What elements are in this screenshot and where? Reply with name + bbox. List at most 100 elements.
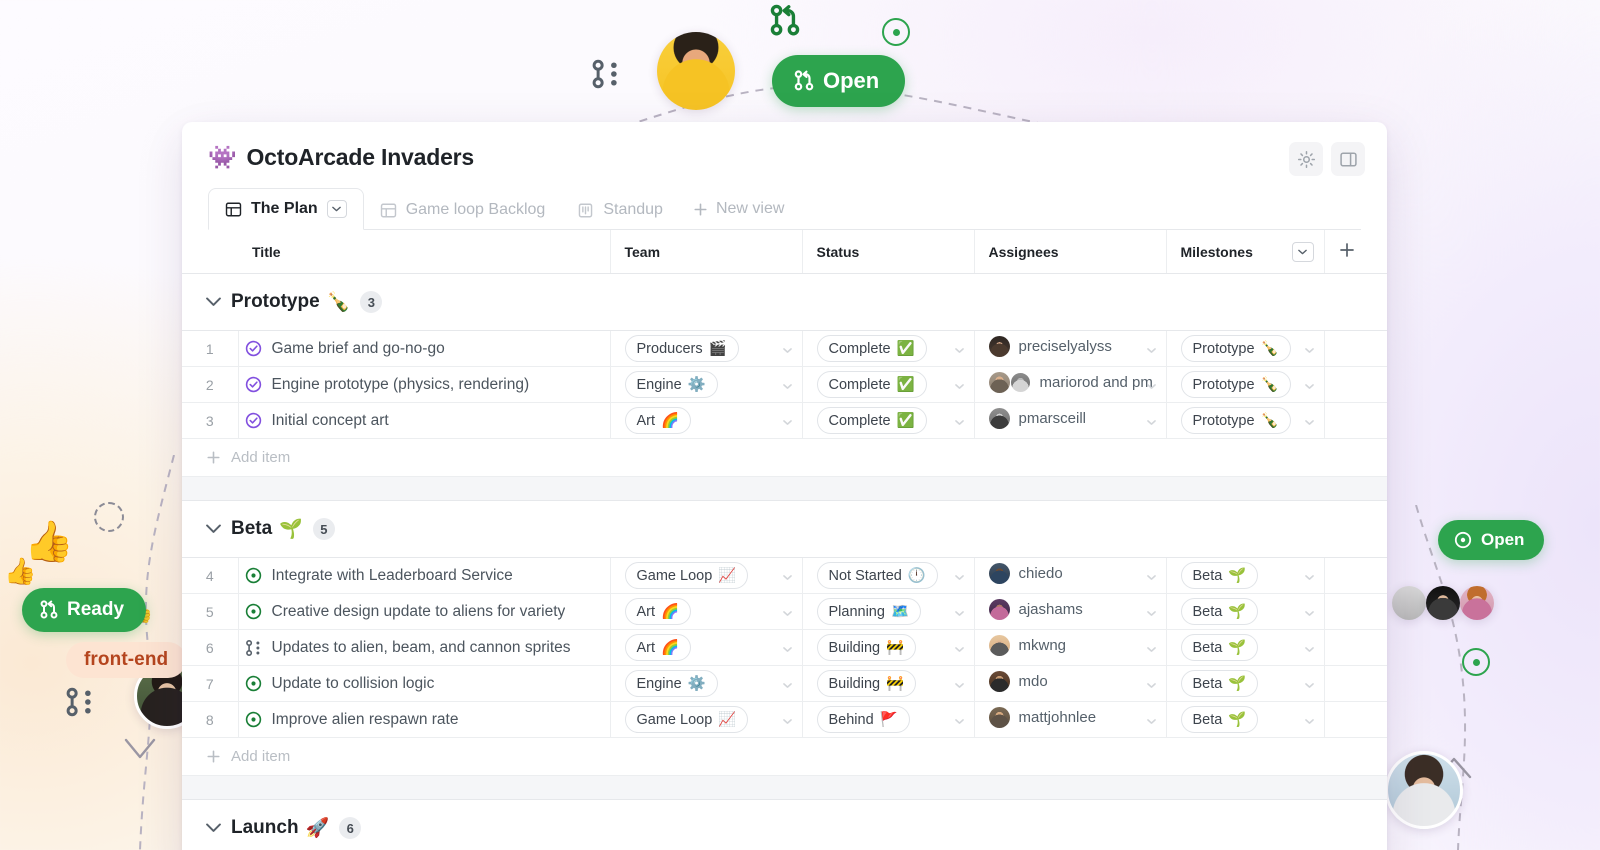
group-header-row[interactable]: Launch🚀6 <box>182 800 1387 850</box>
cell-status[interactable]: Behind🚩 <box>802 702 974 738</box>
group-collapse-chevron-icon[interactable] <box>206 823 221 833</box>
cell-milestone[interactable]: Beta🌱 <box>1166 702 1324 738</box>
cell-dropdown-caret[interactable] <box>955 603 964 620</box>
open-button-top[interactable]: Open <box>772 55 905 107</box>
cell-milestone[interactable]: Beta🌱 <box>1166 630 1324 666</box>
side-panel-button[interactable] <box>1331 142 1365 176</box>
cell-status[interactable]: Building🚧 <box>802 666 974 702</box>
cell-dropdown-caret[interactable] <box>783 711 792 728</box>
cell-team[interactable]: Game Loop📈 <box>610 558 802 594</box>
cell-milestone[interactable]: Prototype🍾 <box>1166 403 1324 439</box>
cell-dropdown-caret[interactable] <box>955 412 964 429</box>
table-row[interactable]: 6Updates to alien, beam, and cannon spri… <box>182 630 1387 666</box>
cell-dropdown-caret[interactable] <box>1305 675 1314 692</box>
cell-dropdown-caret[interactable] <box>955 675 964 692</box>
cell-team[interactable]: Art🌈 <box>610 630 802 666</box>
cell-dropdown-caret[interactable] <box>1147 639 1156 656</box>
cell-title[interactable]: Engine prototype (physics, rendering) <box>238 367 610 403</box>
cell-dropdown-caret[interactable] <box>1305 376 1314 393</box>
cell-dropdown-caret[interactable] <box>1147 567 1156 584</box>
cell-dropdown-caret[interactable] <box>1305 711 1314 728</box>
cell-dropdown-caret[interactable] <box>1147 711 1156 728</box>
cell-team[interactable]: Game Loop📈 <box>610 702 802 738</box>
tab-standup[interactable]: Standup <box>561 190 679 230</box>
cell-milestone[interactable]: Beta🌱 <box>1166 594 1324 630</box>
cell-dropdown-caret[interactable] <box>783 412 792 429</box>
group-header-row[interactable]: Beta🌱5 <box>182 501 1387 558</box>
table-row[interactable]: 3Initial concept artArt🌈Complete✅pmarsce… <box>182 403 1387 439</box>
cell-title[interactable]: Initial concept art <box>238 403 610 439</box>
cell-title[interactable]: Integrate with Leaderboard Service <box>238 558 610 594</box>
table-row[interactable]: 2Engine prototype (physics, rendering)En… <box>182 367 1387 403</box>
tab-the-plan[interactable]: The Plan <box>208 188 364 230</box>
cell-dropdown-caret[interactable] <box>783 603 792 620</box>
cell-milestone[interactable]: Prototype🍾 <box>1166 331 1324 367</box>
cell-assignees[interactable]: preciselyalyss <box>974 331 1166 367</box>
cell-dropdown-caret[interactable] <box>1305 567 1314 584</box>
cell-dropdown-caret[interactable] <box>1305 340 1314 357</box>
open-button-right[interactable]: Open <box>1438 520 1544 560</box>
cell-dropdown-caret[interactable] <box>783 567 792 584</box>
cell-dropdown-caret[interactable] <box>783 639 792 656</box>
cell-assignees[interactable]: mdo <box>974 666 1166 702</box>
cell-dropdown-caret[interactable] <box>1305 412 1314 429</box>
cell-dropdown-caret[interactable] <box>783 675 792 692</box>
column-header-assignees[interactable]: Assignees <box>974 230 1166 274</box>
cell-title[interactable]: Game brief and go-no-go <box>238 331 610 367</box>
add-item-row[interactable]: Add item <box>182 738 1387 776</box>
cell-title[interactable]: Improve alien respawn rate <box>238 702 610 738</box>
cell-dropdown-caret[interactable] <box>783 376 792 393</box>
cell-dropdown-caret[interactable] <box>1147 412 1156 429</box>
cell-dropdown-caret[interactable] <box>955 639 964 656</box>
cell-status[interactable]: Planning🗺️ <box>802 594 974 630</box>
cell-milestone[interactable]: Prototype🍾 <box>1166 367 1324 403</box>
table-row[interactable]: 1Game brief and go-no-goProducers🎬Comple… <box>182 331 1387 367</box>
cell-title[interactable]: Creative design update to aliens for var… <box>238 594 610 630</box>
cell-assignees[interactable]: chiedo <box>974 558 1166 594</box>
cell-team[interactable]: Engine⚙️ <box>610 367 802 403</box>
cell-milestone[interactable]: Beta🌱 <box>1166 666 1324 702</box>
cell-dropdown-caret[interactable] <box>955 376 964 393</box>
cell-dropdown-caret[interactable] <box>783 340 792 357</box>
cell-dropdown-caret[interactable] <box>1305 603 1314 620</box>
cell-team[interactable]: Art🌈 <box>610 403 802 439</box>
cell-dropdown-caret[interactable] <box>1305 639 1314 656</box>
new-view-button[interactable]: New view <box>679 189 798 229</box>
ready-button[interactable]: Ready <box>22 588 146 632</box>
cell-status[interactable]: Building🚧 <box>802 630 974 666</box>
cell-assignees[interactable]: mkwng <box>974 630 1166 666</box>
column-header-title[interactable]: Title <box>238 230 610 274</box>
column-header-milestones[interactable]: Milestones <box>1166 230 1324 274</box>
settings-button[interactable] <box>1289 142 1323 176</box>
cell-title[interactable]: Update to collision logic <box>238 666 610 702</box>
add-column-button[interactable] <box>1324 230 1387 274</box>
cell-dropdown-caret[interactable] <box>955 711 964 728</box>
table-row[interactable]: 5Creative design update to aliens for va… <box>182 594 1387 630</box>
column-header-status[interactable]: Status <box>802 230 974 274</box>
group-header-row[interactable]: Prototype🍾3 <box>182 274 1387 331</box>
cell-dropdown-caret[interactable] <box>955 340 964 357</box>
group-collapse-chevron-icon[interactable] <box>206 524 221 534</box>
cell-team[interactable]: Producers🎬 <box>610 331 802 367</box>
cell-dropdown-caret[interactable] <box>1147 376 1156 393</box>
cell-milestone[interactable]: Beta🌱 <box>1166 558 1324 594</box>
cell-dropdown-caret[interactable] <box>1147 675 1156 692</box>
cell-title[interactable]: Updates to alien, beam, and cannon sprit… <box>238 630 610 666</box>
cell-dropdown-caret[interactable] <box>1147 340 1156 357</box>
cell-dropdown-caret[interactable] <box>1147 603 1156 620</box>
add-item-row[interactable]: Add item <box>182 439 1387 477</box>
table-row[interactable]: 4Integrate with Leaderboard ServiceGame … <box>182 558 1387 594</box>
cell-status[interactable]: Not Started🕛 <box>802 558 974 594</box>
tab-the-plan-caret[interactable] <box>327 200 347 218</box>
group-collapse-chevron-icon[interactable] <box>206 297 221 307</box>
cell-assignees[interactable]: mariorod and pm <box>974 367 1166 403</box>
tab-game-loop-backlog[interactable]: Game loop Backlog <box>364 190 562 230</box>
table-row[interactable]: 8Improve alien respawn rateGame Loop📈Beh… <box>182 702 1387 738</box>
column-header-team[interactable]: Team <box>610 230 802 274</box>
cell-status[interactable]: Complete✅ <box>802 367 974 403</box>
cell-team[interactable]: Engine⚙️ <box>610 666 802 702</box>
cell-assignees[interactable]: mattjohnlee <box>974 702 1166 738</box>
milestones-column-caret[interactable] <box>1292 242 1314 262</box>
cell-status[interactable]: Complete✅ <box>802 331 974 367</box>
cell-dropdown-caret[interactable] <box>955 567 964 584</box>
